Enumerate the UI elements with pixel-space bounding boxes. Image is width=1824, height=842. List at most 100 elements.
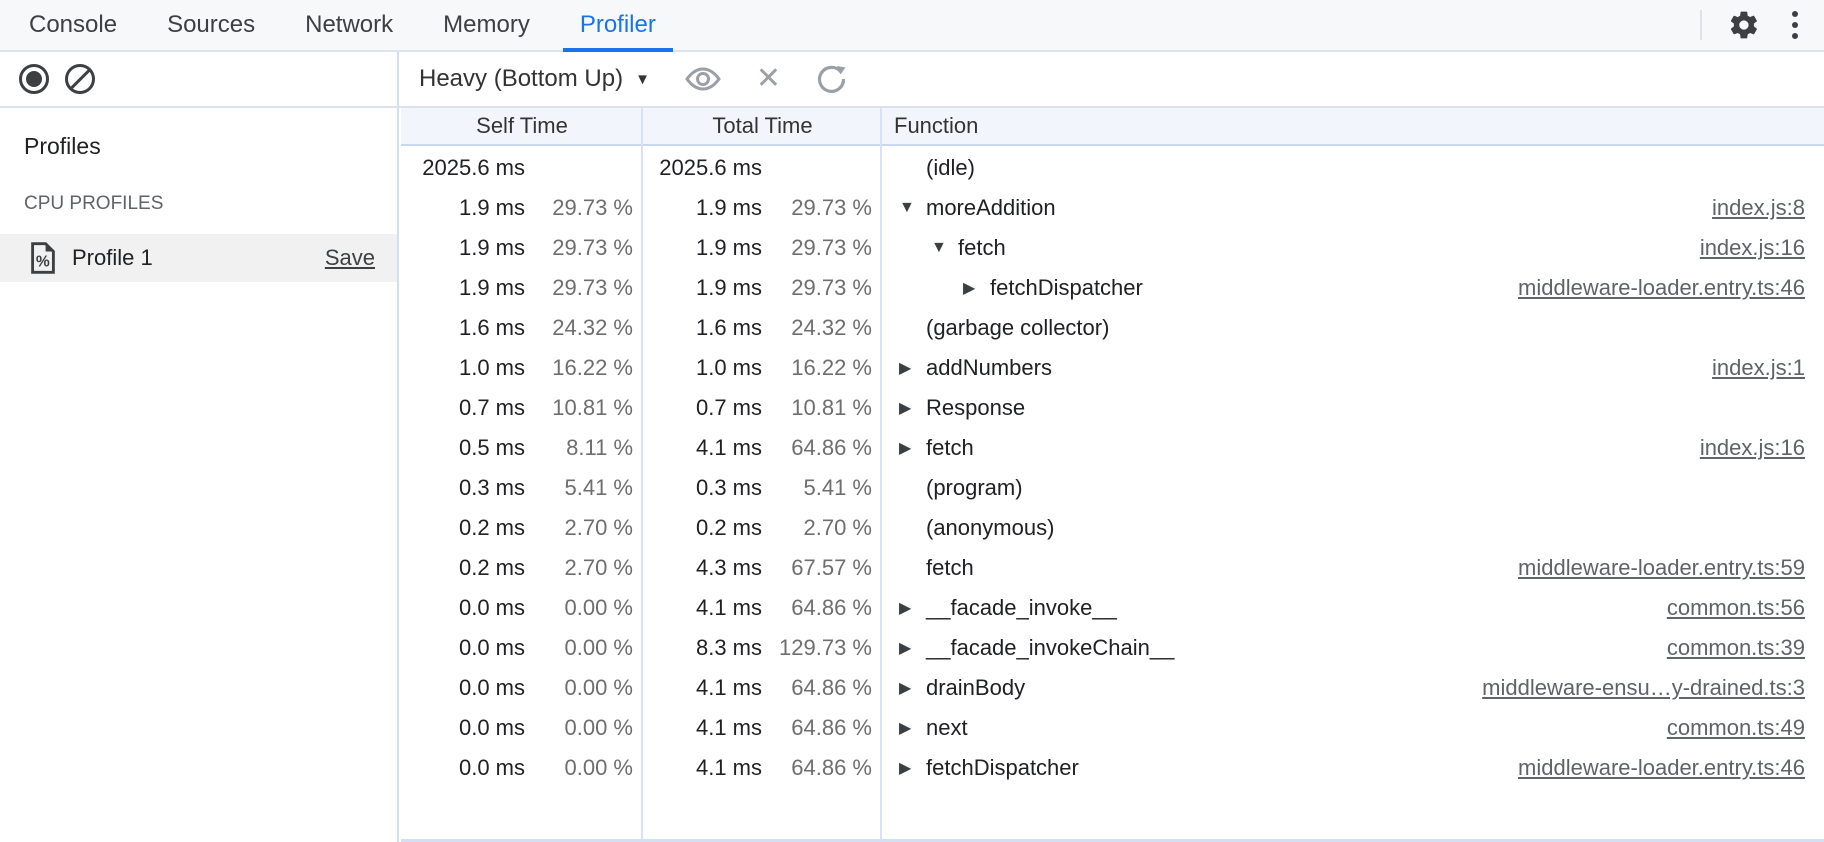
self-time-ms: 0.3 ms [401, 475, 525, 501]
source-link[interactable]: index.js:16 [1680, 435, 1824, 461]
table-row[interactable]: 1.9 ms29.73 %1.9 ms29.73 %▶fetchDispatch… [401, 268, 1824, 308]
column-header-total-time[interactable]: Total Time [643, 108, 882, 144]
record-profile-icon[interactable] [19, 64, 49, 94]
source-link[interactable]: middleware-loader.entry.ts:59 [1498, 555, 1824, 581]
table-row[interactable]: 0.0 ms0.00 %4.1 ms64.86 %▶drainBodymiddl… [401, 668, 1824, 708]
source-link[interactable]: middleware-ensu…y-drained.ts:3 [1462, 675, 1824, 701]
column-header-function[interactable]: Function [882, 108, 1824, 144]
collapsed-arrow-icon[interactable]: ▶ [899, 678, 926, 698]
function-cell: (program) [882, 468, 1824, 508]
collapsed-arrow-icon[interactable]: ▶ [899, 358, 926, 378]
table-row[interactable]: 0.0 ms0.00 %4.1 ms64.86 %▶nextcommon.ts:… [401, 708, 1824, 748]
self-time-cell: 1.0 ms16.22 % [401, 348, 643, 388]
collapsed-arrow-icon[interactable]: ▶ [899, 398, 926, 418]
table-row[interactable]: 0.2 ms2.70 %4.3 ms67.57 %fetchmiddleware… [401, 548, 1824, 588]
table-row[interactable]: 1.9 ms29.73 %1.9 ms29.73 %▼moreAdditioni… [401, 188, 1824, 228]
total-time-cell: 4.1 ms64.86 % [643, 708, 882, 748]
total-time-cell: 4.1 ms64.86 % [643, 588, 882, 628]
total-time-ms: 4.3 ms [643, 555, 762, 581]
function-name: (idle) [926, 155, 975, 181]
collapsed-arrow-icon[interactable]: ▶ [899, 718, 926, 738]
table-row[interactable]: 0.3 ms5.41 %0.3 ms5.41 %(program) [401, 468, 1824, 508]
total-time-percent: 16.22 % [762, 355, 882, 381]
source-link[interactable]: common.ts:49 [1647, 715, 1824, 741]
expanded-arrow-icon[interactable]: ▼ [899, 199, 926, 217]
table-row[interactable]: 0.7 ms10.81 %0.7 ms10.81 %▶Response [401, 388, 1824, 428]
sidebar-item-profile-1[interactable]: % Profile 1 Save [0, 234, 397, 282]
table-row[interactable]: 2025.6 ms2025.6 ms (idle) [401, 148, 1824, 188]
devtools-tabbar: ConsoleSourcesNetworkMemoryProfiler [0, 0, 1824, 52]
table-row[interactable]: 0.2 ms2.70 %0.2 ms2.70 %(anonymous) [401, 508, 1824, 548]
self-time-percent: 0.00 % [525, 635, 643, 661]
total-time-cell: 4.1 ms64.86 % [643, 428, 882, 468]
profiler-record-controls [0, 52, 399, 106]
function-name: __facade_invokeChain__ [926, 635, 1174, 661]
settings-gear-icon[interactable] [1728, 9, 1760, 41]
total-time-percent: 29.73 % [762, 195, 882, 221]
self-time-cell: 1.9 ms29.73 % [401, 188, 643, 228]
focus-eye-icon[interactable] [684, 66, 722, 92]
tab-memory[interactable]: Memory [418, 0, 555, 50]
tab-network[interactable]: Network [280, 0, 418, 50]
self-time-percent: 2.70 % [525, 555, 643, 581]
exclude-close-icon[interactable]: ✕ [756, 64, 781, 94]
table-row[interactable]: 1.6 ms24.32 %1.6 ms24.32 %(garbage colle… [401, 308, 1824, 348]
total-time-percent: 2.70 % [762, 515, 882, 541]
function-name: __facade_invoke__ [926, 595, 1117, 621]
self-time-cell: 1.9 ms29.73 % [401, 228, 643, 268]
function-name: Response [926, 395, 1025, 421]
tab-profiler[interactable]: Profiler [555, 0, 681, 50]
save-profile-link[interactable]: Save [325, 245, 375, 271]
self-time-cell: 0.0 ms0.00 % [401, 708, 643, 748]
total-time-cell: 2025.6 ms [643, 148, 882, 188]
total-time-cell: 4.1 ms64.86 % [643, 668, 882, 708]
tab-console[interactable]: Console [4, 0, 142, 50]
total-time-ms: 1.9 ms [643, 195, 762, 221]
total-time-percent: 24.32 % [762, 315, 882, 341]
source-link[interactable]: index.js:8 [1692, 195, 1824, 221]
collapsed-arrow-icon[interactable]: ▶ [899, 598, 926, 618]
total-time-percent: 64.86 % [762, 675, 882, 701]
source-link[interactable]: middleware-loader.entry.ts:46 [1498, 275, 1824, 301]
source-link[interactable]: common.ts:39 [1647, 635, 1824, 661]
total-time-percent: 67.57 % [762, 555, 882, 581]
tab-sources[interactable]: Sources [142, 0, 280, 50]
self-time-cell: 0.5 ms8.11 % [401, 428, 643, 468]
total-time-ms: 1.9 ms [643, 235, 762, 261]
table-row[interactable]: 0.0 ms0.00 %4.1 ms64.86 %▶fetchDispatche… [401, 748, 1824, 788]
self-time-ms: 0.0 ms [401, 755, 525, 781]
self-time-ms: 1.9 ms [401, 195, 525, 221]
self-time-cell: 1.6 ms24.32 % [401, 308, 643, 348]
self-time-cell: 0.3 ms5.41 % [401, 468, 643, 508]
expanded-arrow-icon[interactable]: ▼ [931, 239, 958, 257]
clear-profiles-icon[interactable] [65, 64, 95, 94]
table-row[interactable]: 0.0 ms0.00 %4.1 ms64.86 %▶__facade_invok… [401, 588, 1824, 628]
collapsed-arrow-icon[interactable]: ▶ [899, 758, 926, 778]
self-time-ms: 0.0 ms [401, 715, 525, 741]
self-time-ms: 0.5 ms [401, 435, 525, 461]
self-time-cell: 2025.6 ms [401, 148, 643, 188]
collapsed-arrow-icon[interactable]: ▶ [963, 278, 990, 298]
self-time-percent: 8.11 % [525, 435, 643, 461]
source-link[interactable]: middleware-loader.entry.ts:46 [1498, 755, 1824, 781]
self-time-percent: 0.00 % [525, 675, 643, 701]
source-link[interactable]: common.ts:56 [1647, 595, 1824, 621]
total-time-ms: 4.1 ms [643, 435, 762, 461]
collapsed-arrow-icon[interactable]: ▶ [899, 438, 926, 458]
refresh-icon[interactable] [815, 63, 847, 95]
column-header-self-time[interactable]: Self Time [401, 108, 643, 144]
table-row[interactable]: 0.0 ms0.00 %8.3 ms129.73 %▶__facade_invo… [401, 628, 1824, 668]
table-row[interactable]: 1.9 ms29.73 %1.9 ms29.73 %▼fetchindex.js… [401, 228, 1824, 268]
source-link[interactable]: index.js:1 [1692, 355, 1824, 381]
table-row[interactable]: 0.5 ms8.11 %4.1 ms64.86 %▶fetchindex.js:… [401, 428, 1824, 468]
function-cell: ▶nextcommon.ts:49 [882, 708, 1824, 748]
total-time-ms: 4.1 ms [643, 715, 762, 741]
profile-view-dropdown[interactable]: Heavy (Bottom Up) ▼ [419, 65, 650, 93]
more-options-icon[interactable] [1786, 9, 1804, 41]
function-name: drainBody [926, 675, 1025, 701]
source-link[interactable]: index.js:16 [1680, 235, 1824, 261]
self-time-ms: 0.0 ms [401, 595, 525, 621]
self-time-cell: 0.2 ms2.70 % [401, 548, 643, 588]
table-row[interactable]: 1.0 ms16.22 %1.0 ms16.22 %▶addNumbersind… [401, 348, 1824, 388]
collapsed-arrow-icon[interactable]: ▶ [899, 638, 926, 658]
